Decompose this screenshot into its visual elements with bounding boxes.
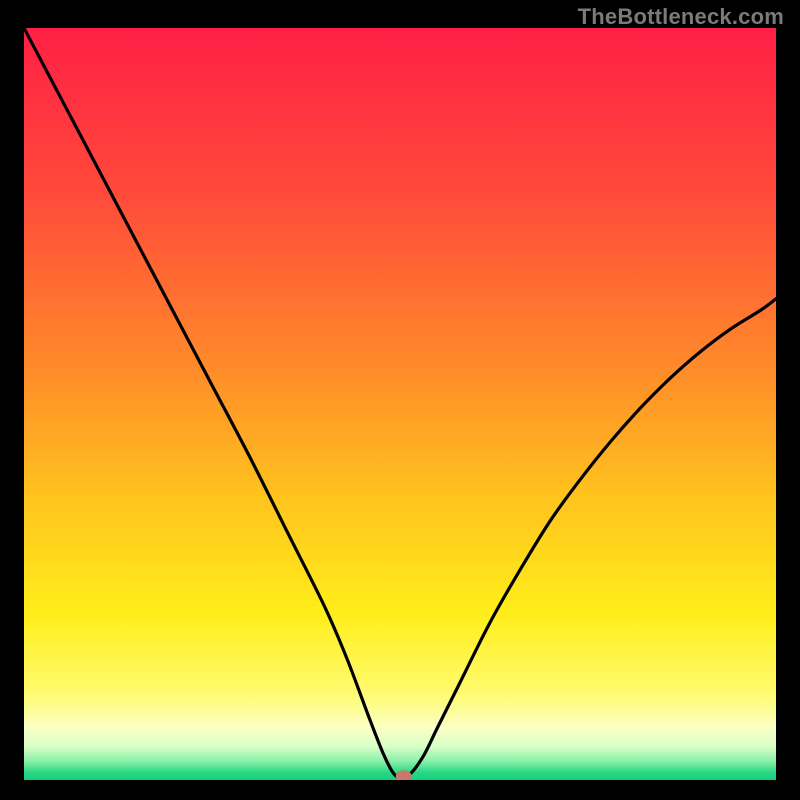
watermark-text: TheBottleneck.com	[578, 4, 784, 30]
plot-area	[24, 28, 776, 780]
chart-frame: TheBottleneck.com	[0, 0, 800, 800]
gradient-background	[24, 28, 776, 780]
bottleneck-chart	[24, 28, 776, 780]
